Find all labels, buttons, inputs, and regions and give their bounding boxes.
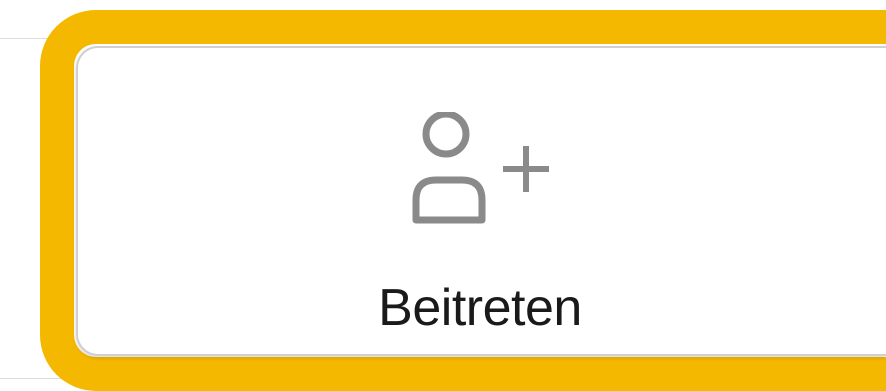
screenshot-canvas: Beitreten <box>0 0 886 391</box>
add-person-icon <box>412 112 549 224</box>
join-button-label: Beitreten <box>378 279 582 337</box>
